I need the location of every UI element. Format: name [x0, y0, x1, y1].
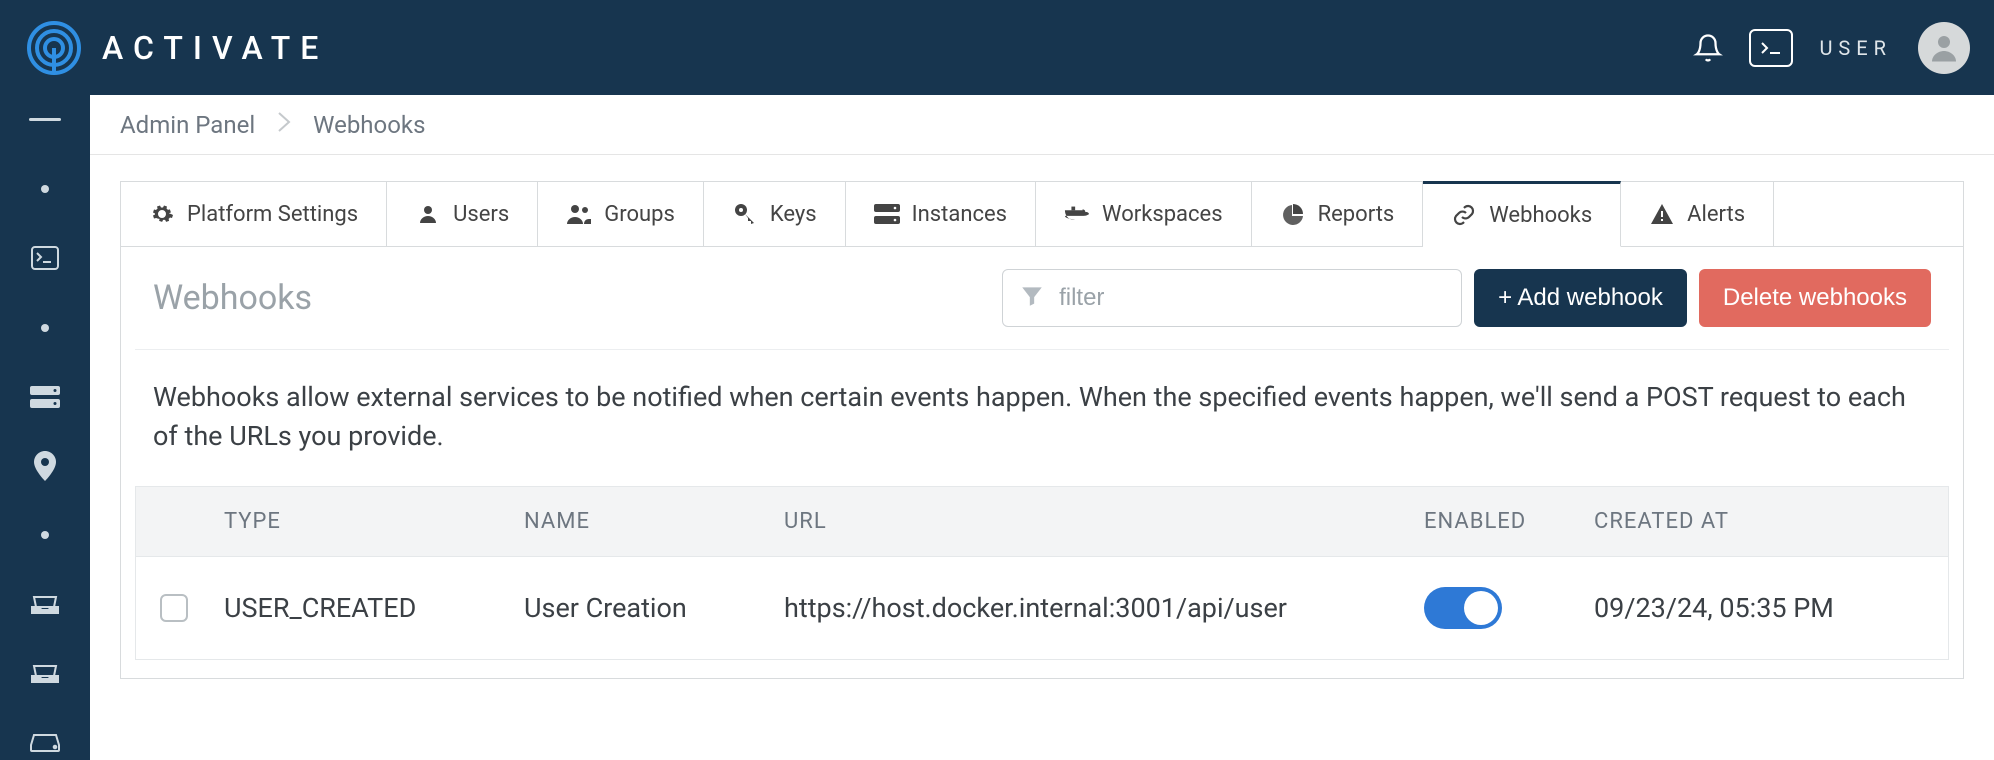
- rail-item-6[interactable]: [25, 519, 65, 552]
- cell-name: User Creation: [524, 592, 784, 624]
- admin-tabs: Platform Settings Users Groups Keys Instance…: [121, 182, 1963, 247]
- table-row[interactable]: USER_CREATEDUser Creationhttps://host.do…: [135, 556, 1949, 660]
- tab-reports[interactable]: Reports: [1252, 182, 1424, 246]
- brand-logo[interactable]: ACTIVATE: [24, 18, 328, 78]
- col-header-enabled[interactable]: ENABLED: [1424, 509, 1594, 534]
- rail-storage-icon[interactable]: [25, 380, 65, 413]
- rail-menu-icon[interactable]: [25, 103, 65, 136]
- tab-users[interactable]: Users: [387, 182, 538, 246]
- col-header-name[interactable]: NAME: [524, 509, 784, 534]
- tab-label: Groups: [604, 202, 675, 227]
- warning-icon: [1649, 201, 1675, 227]
- delete-webhooks-button[interactable]: Delete webhooks: [1699, 269, 1931, 327]
- col-header-url[interactable]: URL: [784, 509, 1424, 534]
- users-icon: [566, 201, 592, 227]
- panel-header: Webhooks + Add webhook Delete webhooks: [135, 247, 1949, 350]
- cell-created: 09/23/24, 05:35 PM: [1594, 592, 1924, 624]
- breadcrumb-separator-icon: [277, 111, 291, 139]
- user-icon: [415, 201, 441, 227]
- tab-label: Instances: [912, 202, 1007, 227]
- breadcrumb-current: Webhooks: [313, 111, 425, 139]
- rail-drive-icon[interactable]: [25, 727, 65, 760]
- rail-location-icon[interactable]: [25, 449, 65, 482]
- tab-instances[interactable]: Instances: [846, 182, 1036, 246]
- brand-name: ACTIVATE: [102, 29, 328, 67]
- tab-label: Reports: [1318, 202, 1395, 227]
- breadcrumb: Admin Panel Webhooks: [90, 95, 1994, 155]
- server-icon: [874, 201, 900, 227]
- rail-inbox-icon-1[interactable]: [25, 588, 65, 621]
- tab-label: Users: [453, 202, 509, 227]
- logo-icon: [24, 18, 84, 78]
- tab-webhooks[interactable]: Webhooks: [1423, 181, 1621, 247]
- header-actions: USER: [1693, 22, 1970, 74]
- bell-icon[interactable]: [1693, 33, 1723, 63]
- filter-input[interactable]: [1059, 284, 1445, 312]
- tab-platform-settings[interactable]: Platform Settings: [121, 182, 387, 246]
- docker-icon: [1064, 201, 1090, 227]
- add-webhook-button[interactable]: + Add webhook: [1474, 269, 1687, 327]
- col-header-type[interactable]: TYPE: [224, 509, 524, 534]
- gears-icon: [149, 201, 175, 227]
- table-header: TYPE NAME URL ENABLED CREATED AT: [135, 486, 1949, 556]
- tab-label: Workspaces: [1102, 202, 1223, 227]
- panel-title: Webhooks: [153, 278, 990, 318]
- key-icon: [732, 201, 758, 227]
- link-icon: [1451, 202, 1477, 228]
- top-header: ACTIVATE USER: [0, 0, 1994, 95]
- filter-icon: [1019, 283, 1045, 313]
- col-header-created[interactable]: CREATED AT: [1594, 509, 1924, 534]
- filter-box[interactable]: [1002, 269, 1462, 327]
- rail-item-3[interactable]: [25, 311, 65, 344]
- content-card: Platform Settings Users Groups Keys Instance…: [120, 181, 1964, 679]
- tab-label: Keys: [770, 202, 817, 227]
- rail-item-1[interactable]: [25, 172, 65, 205]
- cell-url: https://host.docker.internal:3001/api/us…: [784, 592, 1424, 624]
- cell-type: USER_CREATED: [224, 592, 524, 624]
- tab-label: Alerts: [1687, 202, 1745, 227]
- tab-groups[interactable]: Groups: [538, 182, 704, 246]
- main-content: Admin Panel Webhooks Platform Settings Us…: [90, 95, 1994, 760]
- user-label[interactable]: USER: [1819, 36, 1892, 60]
- rail-inbox-icon-2[interactable]: [25, 657, 65, 690]
- tab-label: Webhooks: [1489, 203, 1592, 228]
- rail-terminal-icon[interactable]: [25, 242, 65, 275]
- terminal-icon[interactable]: [1749, 29, 1793, 67]
- tab-keys[interactable]: Keys: [704, 182, 846, 246]
- panel-description: Webhooks allow external services to be n…: [135, 350, 1949, 486]
- side-rail: [0, 95, 90, 760]
- tab-workspaces[interactable]: Workspaces: [1036, 182, 1252, 246]
- tab-alerts[interactable]: Alerts: [1621, 182, 1774, 246]
- avatar[interactable]: [1918, 22, 1970, 74]
- breadcrumb-root[interactable]: Admin Panel: [120, 111, 255, 139]
- row-checkbox[interactable]: [160, 594, 188, 622]
- enabled-toggle[interactable]: [1424, 587, 1502, 629]
- piechart-icon: [1280, 201, 1306, 227]
- tab-label: Platform Settings: [187, 202, 358, 227]
